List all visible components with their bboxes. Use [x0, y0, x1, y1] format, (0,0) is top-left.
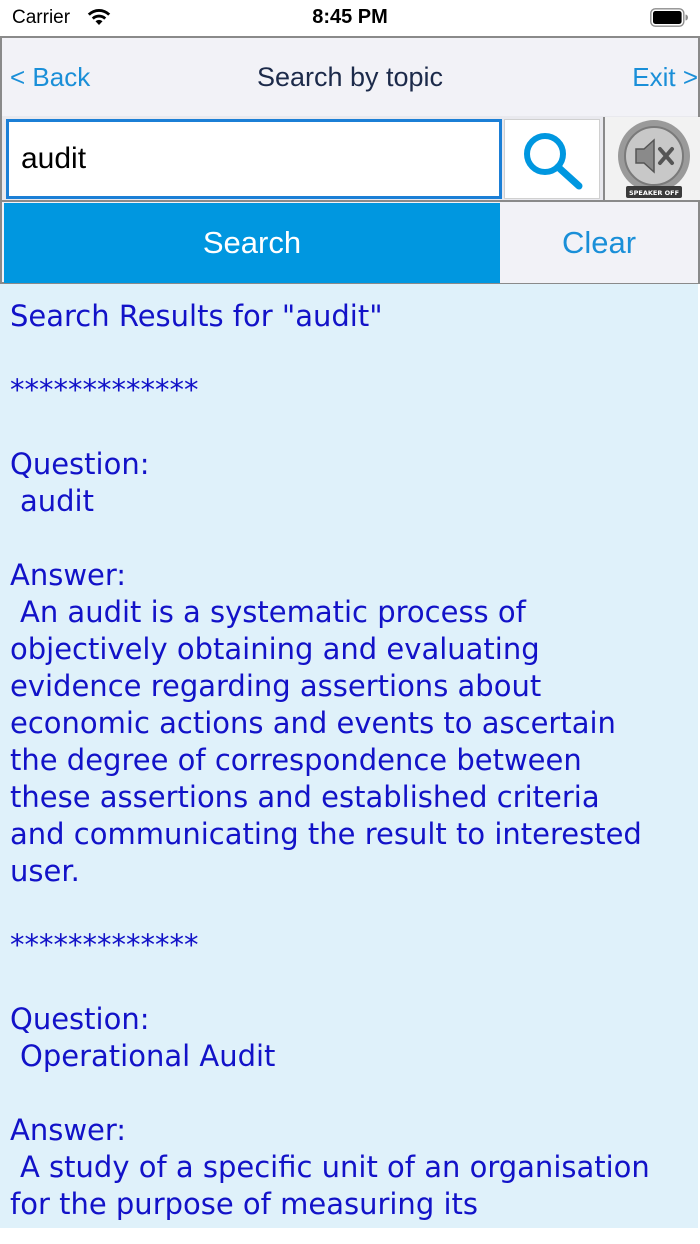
- status-bar: Carrier 8:45 PM: [0, 0, 700, 36]
- clock: 8:45 PM: [312, 6, 388, 28]
- question-text: audit: [20, 484, 94, 518]
- results-header: Search Results for "audit": [10, 299, 383, 333]
- question-label: Question:: [10, 447, 150, 481]
- result-separator: *************: [10, 928, 199, 962]
- answer-line: evidence regarding assertions about: [10, 669, 542, 703]
- speaker-off-icon: SPEAKER OFF: [618, 120, 690, 198]
- exit-button[interactable]: Exit >: [632, 62, 698, 93]
- search-input[interactable]: [6, 119, 502, 199]
- search-row: SPEAKER OFF: [0, 116, 700, 202]
- answer-line: An audit is a systematic process of: [20, 595, 526, 629]
- clear-button[interactable]: Clear: [500, 203, 698, 283]
- answer-label: Answer:: [10, 1113, 127, 1147]
- question-label: Question:: [10, 1002, 150, 1036]
- speaker-toggle-button[interactable]: SPEAKER OFF: [603, 117, 700, 201]
- navigation-bar: < Back Search by topic Exit >: [0, 36, 700, 118]
- search-button[interactable]: Search: [4, 203, 500, 283]
- answer-line: user.: [10, 854, 80, 888]
- search-icon: [524, 133, 583, 190]
- answer-label: Answer:: [10, 558, 127, 592]
- page-title: Search by topic: [256, 62, 444, 92]
- answer-line: and communicating the result to interest…: [10, 817, 642, 851]
- answer-line: objectively obtaining and evaluating: [10, 632, 540, 666]
- search-icon-button[interactable]: [504, 119, 600, 199]
- answer-line: A study of a specific unit of an organis…: [20, 1150, 650, 1184]
- speaker-off-label: SPEAKER OFF: [629, 189, 679, 197]
- result-separator: *************: [10, 373, 199, 407]
- answer-line: economic actions and events to ascertain: [10, 706, 616, 740]
- battery-icon: [650, 8, 688, 27]
- answer-line: these assertions and established criteri…: [10, 780, 600, 814]
- answer-line: the degree of correspondence between: [10, 743, 582, 777]
- action-button-row: Search Clear: [0, 200, 700, 284]
- search-results[interactable]: Search Results for "audit" *************…: [0, 284, 698, 1228]
- question-text: Operational Audit: [20, 1039, 276, 1073]
- answer-line: for the purpose of measuring its: [10, 1187, 478, 1221]
